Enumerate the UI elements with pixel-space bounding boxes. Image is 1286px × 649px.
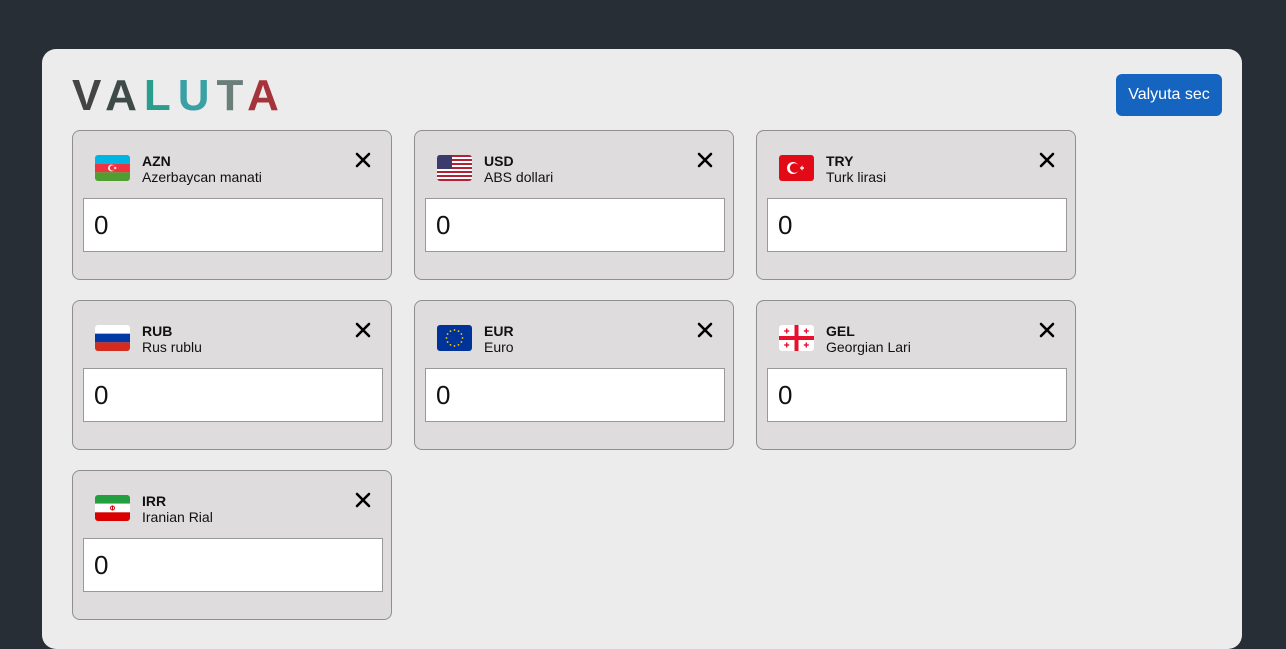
currency-code: RUB [142,323,173,339]
amount-input[interactable] [767,368,1067,422]
georgia-flag-icon [779,325,814,351]
russia-flag-icon [95,325,130,351]
amount-input[interactable] [425,198,725,252]
currency-card-rub: RUB Rus rublu [72,300,392,450]
currency-name: Turk lirasi [826,169,887,185]
currency-name: Azerbaycan manati [142,169,262,185]
close-icon[interactable] [354,491,372,509]
currency-name: ABS dollari [484,169,554,185]
close-icon[interactable] [696,321,714,339]
azerbaijan-flag-icon [95,155,130,181]
select-currency-button[interactable]: Valyuta sec [1116,74,1222,116]
currency-name: Euro [484,339,514,355]
currency-card-try: TRY Turk lirasi [756,130,1076,280]
close-icon[interactable] [354,151,372,169]
currency-code: GEL [826,323,855,339]
close-icon[interactable] [1038,151,1056,169]
usa-flag-icon [437,155,472,181]
logo-letter: A [247,71,286,120]
currency-code: TRY [826,153,854,169]
currency-code: EUR [484,323,514,339]
main-panel: VALUTA Valyuta sec AZN Azerbaycan manati [42,49,1242,649]
currency-code: IRR [142,493,167,509]
logo-letter: T [216,71,248,120]
amount-input[interactable] [767,198,1067,252]
currency-card-gel: GEL Georgian Lari [756,300,1076,450]
amount-input[interactable] [83,538,383,592]
currency-code: AZN [142,153,171,169]
logo-letter: L [143,71,178,120]
currency-name: Georgian Lari [826,339,911,355]
logo-letter: A [105,71,144,120]
currency-card-eur: EUR Euro [414,300,734,450]
close-icon[interactable] [354,321,372,339]
eu-flag-icon [437,325,472,351]
turkey-flag-icon [779,155,814,181]
currency-code: USD [484,153,514,169]
currency-name: Iranian Rial [142,509,213,525]
amount-input[interactable] [83,368,383,422]
close-icon[interactable] [1038,321,1056,339]
currency-card-usd: USD ABS dollari [414,130,734,280]
amount-input[interactable] [83,198,383,252]
iran-flag-icon [95,495,130,521]
close-icon[interactable] [696,151,714,169]
amount-input[interactable] [425,368,725,422]
currency-card-azn: AZN Azerbaycan manati [72,130,392,280]
logo-letter: U [177,71,217,120]
currency-card-irr: IRR Iranian Rial [72,470,392,620]
app-logo: VALUTA [72,71,286,121]
currency-name: Rus rublu [142,339,202,355]
currency-grid: AZN Azerbaycan manati 0 USD ABS dollari … [72,130,1078,620]
logo-letter: V [72,71,106,120]
